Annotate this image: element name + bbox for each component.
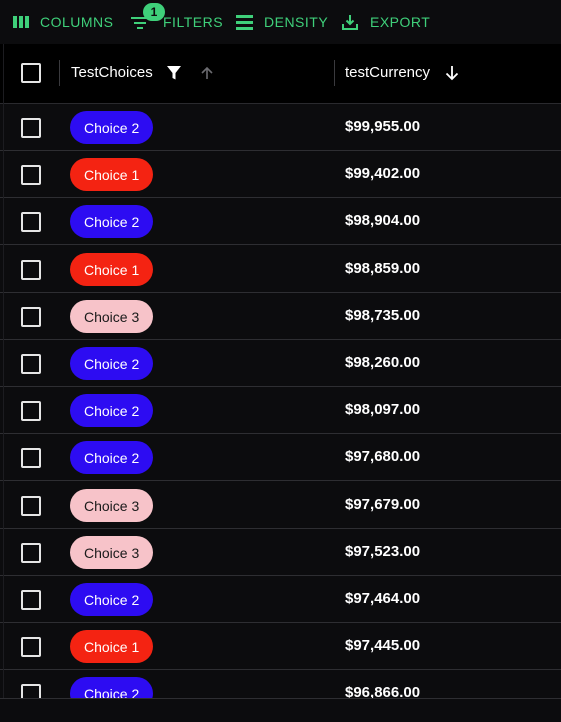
filter-icon[interactable]	[167, 66, 181, 80]
sort-arrow-up-icon[interactable]	[200, 66, 214, 80]
choice-chip: Choice 3	[70, 300, 154, 333]
table-row[interactable]: Choice 2 $97,680.00	[0, 434, 561, 481]
density-label: Density	[264, 14, 329, 30]
row-select-checkbox[interactable]	[21, 448, 41, 468]
table-row[interactable]: Choice 2 $98,260.00	[0, 340, 561, 387]
currency-cell: $98,859.00	[345, 260, 421, 277]
column-header-title: TestChoices	[71, 64, 153, 81]
row-select-checkbox[interactable]	[21, 307, 41, 327]
choice-chip: Choice 2	[70, 205, 154, 238]
table-row[interactable]: Choice 2 $98,097.00	[0, 387, 561, 434]
currency-cell: $98,097.00	[345, 401, 421, 418]
columns-icon	[13, 16, 29, 28]
choice-chip: Choice 2	[70, 394, 154, 427]
currency-cell: $97,464.00	[345, 590, 421, 607]
currency-cell: $97,445.00	[345, 637, 421, 654]
density-icon	[236, 14, 253, 30]
table-row[interactable]: Choice 1 $97,445.00	[0, 623, 561, 670]
choice-chip: Choice 3	[70, 489, 154, 522]
currency-cell: $99,955.00	[345, 118, 421, 135]
filters-label: Filters	[163, 14, 224, 30]
grid-toolbar: Columns Filters 1 Density Export	[0, 0, 561, 44]
row-select-checkbox[interactable]	[21, 354, 41, 374]
row-select-checkbox[interactable]	[21, 212, 41, 232]
row-select-checkbox[interactable]	[21, 543, 41, 563]
row-select-checkbox[interactable]	[21, 637, 41, 657]
table-row[interactable]: Choice 3 $98,735.00	[0, 293, 561, 340]
currency-cell: $96,866.00	[345, 684, 421, 698]
choice-chip: Choice 1	[70, 158, 154, 191]
choice-chip: Choice 1	[70, 630, 154, 663]
columns-button[interactable]: Columns	[12, 0, 114, 44]
currency-cell: $97,679.00	[345, 496, 421, 513]
row-select-checkbox[interactable]	[21, 118, 41, 138]
table-row[interactable]: Choice 2 $99,955.00	[0, 104, 561, 151]
table-row[interactable]: Choice 2 $96,866.00	[0, 670, 561, 698]
export-button[interactable]: Export	[342, 0, 430, 44]
grid-body[interactable]: Choice 2 $99,955.00 Choice 1 $99,402.00 Choi…	[0, 104, 561, 698]
column-header-title: testCurrency	[345, 64, 431, 81]
table-row[interactable]: Choice 2 $98,904.00	[0, 198, 561, 245]
column-header-testchoices[interactable]: TestChoices	[60, 44, 334, 104]
export-icon	[342, 15, 358, 30]
row-select-checkbox[interactable]	[21, 684, 41, 698]
row-select-checkbox[interactable]	[21, 401, 41, 421]
grid-left-border	[3, 44, 4, 698]
currency-cell: $97,523.00	[345, 543, 421, 560]
density-button[interactable]: Density	[236, 0, 328, 44]
currency-cell: $99,402.00	[345, 165, 421, 182]
grid-footer	[0, 698, 561, 722]
choice-chip: Choice 2	[70, 347, 154, 380]
select-all-checkbox[interactable]	[21, 63, 41, 83]
export-label: Export	[370, 14, 431, 30]
columns-label: Columns	[40, 14, 114, 30]
currency-cell: $98,904.00	[345, 212, 421, 229]
row-select-checkbox[interactable]	[21, 496, 41, 516]
choice-chip: Choice 2	[70, 111, 154, 144]
currency-cell: $97,680.00	[345, 448, 421, 465]
column-header-testcurrency[interactable]: testCurrency	[335, 44, 561, 104]
table-row[interactable]: Choice 3 $97,679.00	[0, 482, 561, 529]
choice-chip: Choice 2	[70, 583, 154, 616]
choice-chip: Choice 2	[70, 441, 154, 474]
table-row[interactable]: Choice 1 $98,859.00	[0, 246, 561, 293]
choice-chip: Choice 3	[70, 536, 154, 569]
table-row[interactable]: Choice 1 $99,402.00	[0, 151, 561, 198]
currency-cell: $98,260.00	[345, 354, 421, 371]
filters-count-badge: 1	[143, 3, 165, 21]
row-select-checkbox[interactable]	[21, 590, 41, 610]
row-select-checkbox[interactable]	[21, 260, 41, 280]
table-row[interactable]: Choice 2 $97,464.00	[0, 576, 561, 623]
choice-chip: Choice 1	[70, 253, 154, 286]
currency-cell: $98,735.00	[345, 307, 421, 324]
choice-chip: Choice 2	[70, 677, 154, 698]
sort-arrow-down-icon[interactable]	[445, 65, 459, 81]
table-row[interactable]: Choice 3 $97,523.00	[0, 529, 561, 576]
column-header-row: TestChoices testCurrency	[0, 44, 561, 104]
row-select-checkbox[interactable]	[21, 165, 41, 185]
